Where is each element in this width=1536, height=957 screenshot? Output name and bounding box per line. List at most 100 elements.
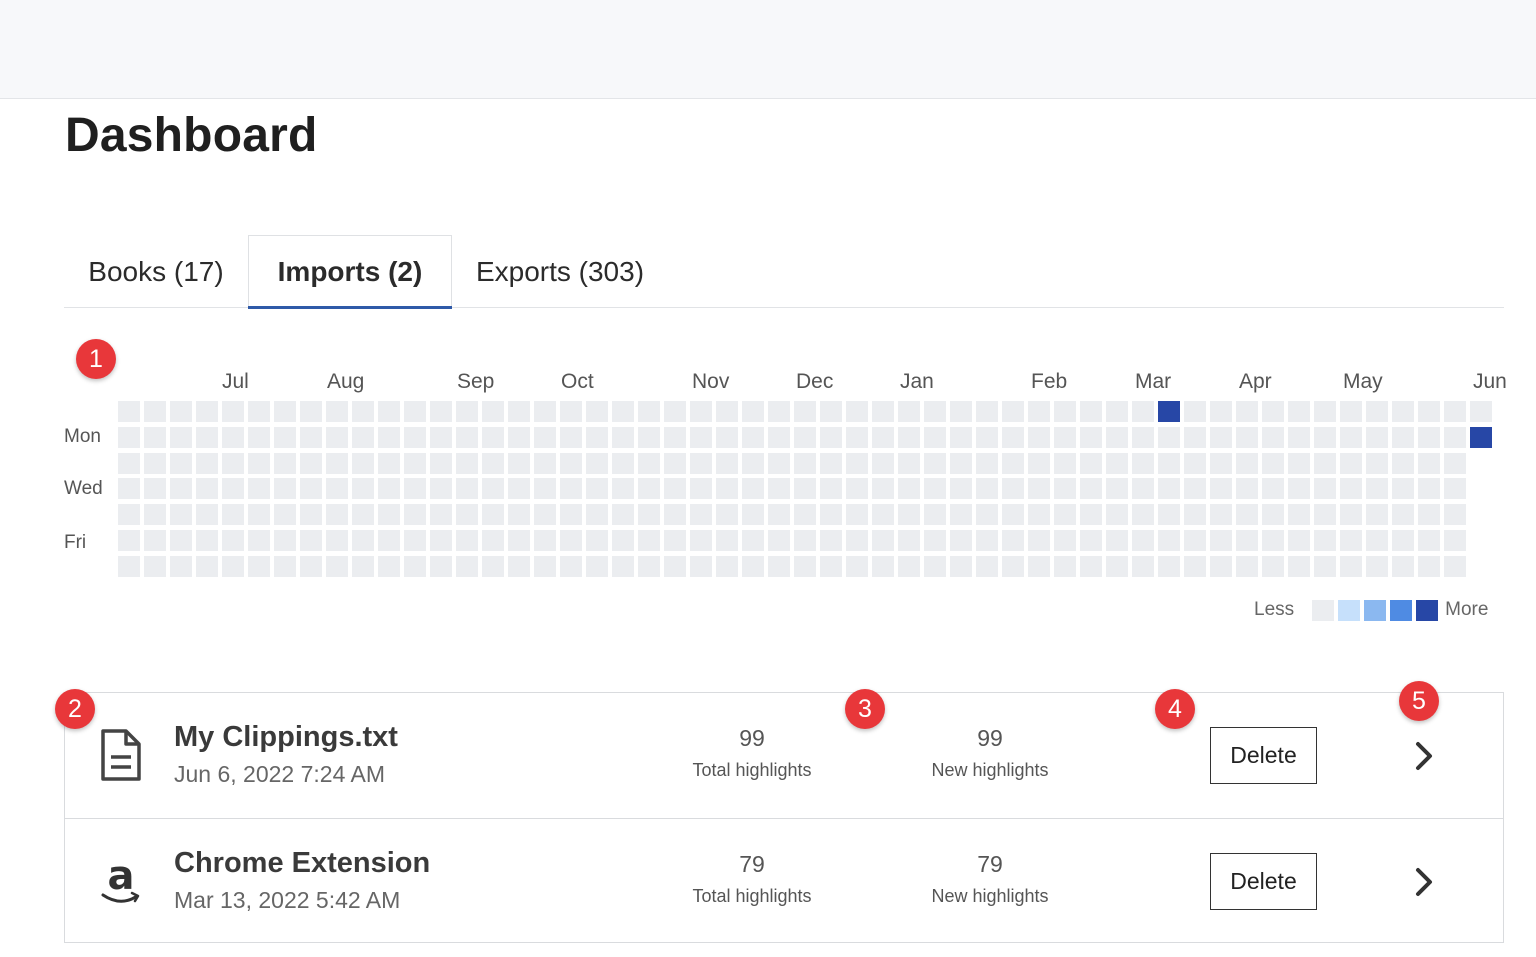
heatmap-cell: [196, 478, 218, 500]
heatmap-cell: [404, 401, 426, 422]
heatmap-cell: [1106, 478, 1128, 500]
heatmap-cell: [612, 452, 634, 474]
heatmap-cell: [1444, 478, 1466, 500]
heatmap-cell: [1132, 555, 1154, 577]
heatmap-cell: [1392, 452, 1414, 474]
heatmap-cell: [482, 478, 504, 500]
heatmap-cell: [586, 426, 608, 448]
heatmap-cell: [378, 555, 400, 577]
heatmap-cell: [664, 452, 686, 474]
chevron-right-icon[interactable]: [1413, 740, 1435, 772]
imports-list: My Clippings.txt Jun 6, 2022 7:24 AM 99 …: [64, 692, 1504, 943]
heatmap-cell: [352, 504, 374, 526]
heatmap-cell: [1262, 504, 1284, 526]
heatmap-cell: [820, 530, 842, 551]
heatmap-cell: [1132, 401, 1154, 422]
heatmap-cell: [1028, 555, 1050, 577]
heatmap-cell: [950, 504, 972, 526]
heatmap-cell: [560, 478, 582, 500]
heatmap-cell: [404, 452, 426, 474]
heatmap-cell: [1392, 555, 1414, 577]
heatmap-cell: [924, 478, 946, 500]
heatmap-cell: [1184, 426, 1206, 448]
heatmap-cell: [482, 530, 504, 551]
heatmap-cell: [508, 478, 530, 500]
heatmap-cell: [378, 426, 400, 448]
heatmap-cell: [976, 555, 998, 577]
heatmap-cell: [1028, 530, 1050, 551]
heatmap-cell: [560, 555, 582, 577]
tab-imports[interactable]: Imports (2): [248, 235, 452, 309]
heatmap-cell: [534, 426, 556, 448]
heatmap-cell: [820, 504, 842, 526]
heatmap-cell: [482, 452, 504, 474]
heatmap-cell: [586, 401, 608, 422]
heatmap-cell: [924, 452, 946, 474]
heatmap-cell: [1132, 452, 1154, 474]
heatmap-cell: [170, 426, 192, 448]
heatmap-cell: [690, 452, 712, 474]
heatmap-cell: [846, 426, 868, 448]
heatmap-cell: [560, 530, 582, 551]
day-label-fri: Fri: [64, 532, 87, 553]
heatmap-cell: [638, 504, 660, 526]
heatmap-cell: [274, 530, 296, 551]
heatmap-cell: [976, 401, 998, 422]
heatmap-cell: [456, 426, 478, 448]
heatmap-cell: [248, 426, 270, 448]
heatmap-cell: [352, 555, 374, 577]
chevron-right-icon[interactable]: [1413, 866, 1435, 898]
total-highlights-stat: 99 Total highlights: [652, 725, 852, 781]
tab-books[interactable]: Books (17): [64, 235, 248, 308]
heatmap-cell: [1444, 452, 1466, 474]
heatmap-legend: Less More: [1254, 598, 1488, 622]
heatmap-cell: [560, 504, 582, 526]
heatmap-cell: [586, 555, 608, 577]
heatmap-cell: [1054, 452, 1076, 474]
import-row: a Chrome Extension Mar 13, 2022 5:42 AM …: [65, 818, 1503, 942]
heatmap-cell: [196, 401, 218, 422]
heatmap-cell: [1184, 478, 1206, 500]
heatmap-cell: [612, 555, 634, 577]
heatmap-cell: [430, 530, 452, 551]
heatmap-cell: [664, 555, 686, 577]
heatmap-cell: [482, 504, 504, 526]
heatmap-cell: [482, 401, 504, 422]
heatmap-cell: [1028, 478, 1050, 500]
heatmap-cell: [1262, 555, 1284, 577]
heatmap-cell: [378, 504, 400, 526]
heatmap-cell: [1236, 555, 1258, 577]
heatmap-cell: [118, 504, 140, 526]
heatmap-cell: [1444, 401, 1466, 422]
heatmap-cell: [1080, 401, 1102, 422]
heatmap-cell: [1132, 530, 1154, 551]
heatmap-cell: [196, 504, 218, 526]
activity-heatmap: Jul Aug Sep Oct Nov Dec Jan Feb Mar Apr …: [0, 330, 1536, 630]
delete-button[interactable]: Delete: [1210, 727, 1317, 784]
heatmap-cell: [378, 478, 400, 500]
heatmap-cell: [924, 555, 946, 577]
heatmap-cell: [1210, 555, 1232, 577]
heatmap-cell: [1184, 401, 1206, 422]
heatmap-cell: [1288, 555, 1310, 577]
heatmap-cell: [1080, 530, 1102, 551]
heatmap-cell: [326, 555, 348, 577]
delete-button[interactable]: Delete: [1210, 853, 1317, 910]
heatmap-cell: [534, 401, 556, 422]
heatmap-cell: [872, 530, 894, 551]
heatmap-cell: [430, 555, 452, 577]
heatmap-cell: [872, 478, 894, 500]
heatmap-cell: [1470, 401, 1492, 422]
heatmap-cell: [690, 401, 712, 422]
heatmap-cell: [612, 426, 634, 448]
heatmap-cell: [1314, 426, 1336, 448]
heatmap-cell: [430, 452, 452, 474]
heatmap-cell: [898, 452, 920, 474]
heatmap-cell: [456, 530, 478, 551]
heatmap-cell: [430, 478, 452, 500]
heatmap-cell: [1392, 530, 1414, 551]
tab-exports[interactable]: Exports (303): [452, 235, 668, 308]
heatmap-cell: [1444, 426, 1466, 448]
heatmap-cell: [1288, 401, 1310, 422]
heatmap-cell: [1106, 452, 1128, 474]
